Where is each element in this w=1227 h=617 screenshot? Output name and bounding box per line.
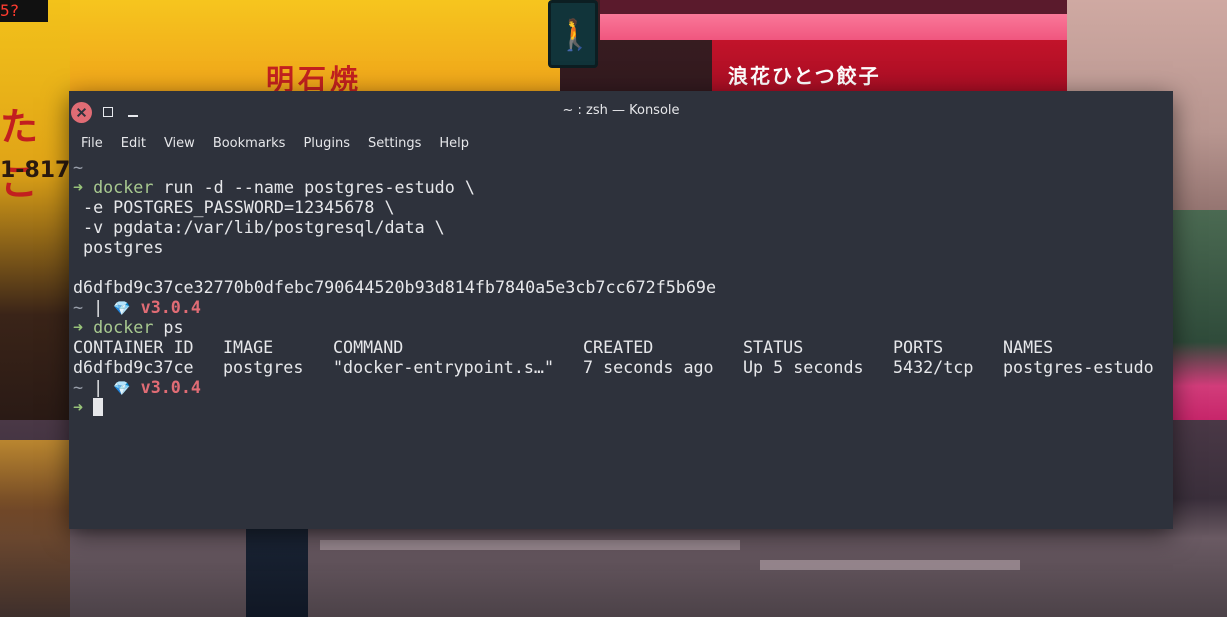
ps-header: CREATED [583, 337, 654, 357]
gem-icon: 💎 [113, 381, 131, 397]
ps-header-row: CONTAINER ID IMAGE COMMAND CREATED STATU… [73, 337, 1169, 357]
prompt-arrow: ➜ [73, 317, 84, 337]
menu-edit[interactable]: Edit [112, 131, 155, 157]
konsole-window[interactable]: ~ : zsh — Konsole File Edit View Bookmar… [69, 91, 1173, 529]
wallpaper-red-sign-text: 浪花ひとつ餃子 [728, 64, 881, 88]
ps-cell: postgres [223, 357, 304, 377]
menu-plugins[interactable]: Plugins [294, 131, 359, 157]
command-args: ps [153, 317, 184, 337]
menu-settings[interactable]: Settings [359, 131, 430, 157]
ps-data-row: d6dfbd9c37ce postgres "docker-entrypoint… [73, 357, 1169, 377]
command-continuation: postgres [73, 237, 164, 257]
menu-file[interactable]: File [69, 131, 112, 157]
ps-header: PORTS [893, 337, 944, 357]
active-prompt[interactable]: ➜ [73, 397, 1169, 417]
ps-header: CONTAINER ID [73, 337, 194, 357]
menu-bookmarks[interactable]: Bookmarks [204, 131, 295, 157]
ruby-version: v3.0.4 [140, 297, 201, 317]
ps-header: NAMES [1003, 337, 1054, 357]
menu-bar: File Edit View Bookmarks Plugins Setting… [69, 131, 1173, 157]
gem-icon: 💎 [113, 301, 131, 317]
ps-cell: 5432/tcp [893, 357, 974, 377]
ps-cell: d6dfbd9c37ce [73, 357, 194, 377]
command-line: ➜ docker ps [73, 317, 1169, 337]
command-args: run -d --name postgres-estudo \ [153, 177, 475, 197]
prompt-home: ~ [73, 157, 84, 177]
prompt-arrow: ➜ [73, 177, 84, 197]
led-sign: 5? [0, 0, 48, 22]
ruby-version: v3.0.4 [140, 377, 201, 397]
ps-cell: Up 5 seconds [743, 357, 864, 377]
pedestrian-legs [246, 528, 308, 617]
text-cursor [93, 398, 104, 416]
window-title: ~ : zsh — Konsole [562, 103, 680, 118]
menu-help[interactable]: Help [430, 131, 478, 157]
ps-header: STATUS [743, 337, 804, 357]
container-hash: d6dfbd9c37ce32770b0dfebc790644520b93d814… [73, 277, 716, 297]
ps-header: COMMAND [333, 337, 404, 357]
command-name: docker [93, 317, 154, 337]
command-name: docker [93, 177, 154, 197]
ps-cell: 7 seconds ago [583, 357, 714, 377]
title-bar[interactable]: ~ : zsh — Konsole [69, 91, 1173, 131]
ps-header: IMAGE [223, 337, 274, 357]
command-continuation: -e POSTGRES_PASSWORD=12345678 \ [73, 197, 395, 217]
ps-cell: "docker-entrypoint.s…" [333, 357, 555, 377]
walking-man-icon: 🚶 [556, 18, 594, 53]
prompt-status: ~ | 💎 v3.0.4 [73, 297, 201, 317]
command-line: ➜ docker run -d --name postgres-estudo \ [73, 177, 1169, 197]
prompt-status: ~ | 💎 v3.0.4 [73, 377, 201, 397]
prompt-arrow: ➜ [73, 397, 84, 417]
menu-view[interactable]: View [155, 131, 204, 157]
terminal-output[interactable]: ~ ➜ docker run -d --name postgres-estudo… [73, 157, 1169, 525]
ps-cell: postgres-estudo [1003, 357, 1154, 377]
wallpaper-left-sign: たこ [0, 104, 39, 204]
command-continuation: -v pgdata:/var/lib/postgresql/data \ [73, 217, 445, 237]
